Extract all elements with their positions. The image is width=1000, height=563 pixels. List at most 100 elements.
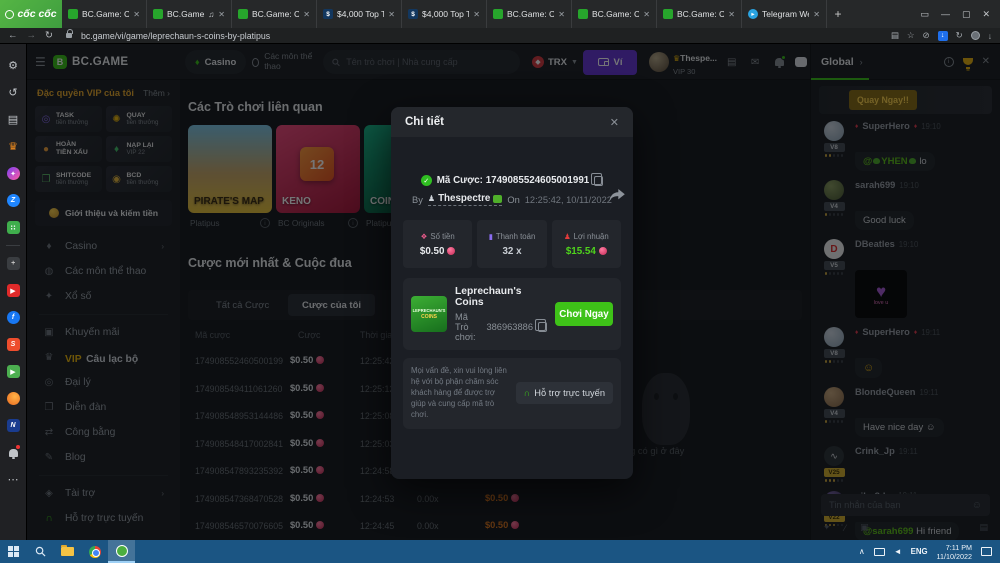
system-tray: ∧ ◄ ENG 7:11 PM11/10/2022 — [859, 543, 1000, 561]
browser-tab[interactable]: BC.Game: Crypto✕ — [657, 0, 742, 28]
tab-close-icon[interactable]: ✕ — [133, 10, 140, 19]
volume-icon[interactable]: ◄ — [894, 547, 902, 556]
bookmark-star-icon[interactable]: ☆ — [907, 30, 915, 41]
browser-tab[interactable]: ▸Telegram Web✕ — [742, 0, 827, 28]
payout-icon: ▮ — [489, 232, 493, 241]
browser-tab[interactable]: $$4,000 Top Tier F✕ — [317, 0, 402, 28]
bcgame-favicon — [493, 9, 503, 19]
windows-taskbar: ∧ ◄ ENG 7:11 PM11/10/2022 — [0, 540, 1000, 563]
new-tab-button[interactable]: + — [827, 0, 849, 28]
game-name: Leprechaun's Coins — [455, 286, 547, 308]
network-icon[interactable] — [874, 548, 885, 556]
copy-icon[interactable] — [594, 176, 603, 186]
add-shortcut-icon[interactable]: + — [7, 257, 20, 270]
sync-icon[interactable]: ↻ — [956, 30, 963, 41]
browser-tabbar: cốc cốc BC.Game: Crypto✕ BC.Game: Cry♫✕ … — [0, 0, 1000, 28]
tab-close-icon[interactable]: ✕ — [728, 10, 735, 19]
promo-favicon: $ — [408, 9, 418, 19]
gem-icon — [447, 247, 455, 255]
tab-close-icon[interactable]: ✕ — [813, 10, 820, 19]
fruit-app-icon[interactable] — [7, 392, 20, 405]
bcgame-page: ☰ B BC.GAME ♦Casino Các môn thể thao ◆TR… — [27, 44, 1000, 540]
action-center-icon[interactable] — [981, 547, 992, 556]
messenger-icon[interactable]: ✦ — [7, 167, 20, 180]
bcgame-favicon — [68, 9, 78, 19]
green-app-icon[interactable]: ▶ — [7, 365, 20, 378]
blue-app-icon[interactable]: N — [7, 419, 20, 432]
game-thumbnail[interactable]: LEPRECHAUN'SCOINS — [411, 296, 447, 332]
tray-expand-icon[interactable]: ∧ — [859, 547, 865, 556]
notifications-bell-icon[interactable] — [9, 449, 18, 457]
facebook-icon[interactable]: f — [7, 311, 20, 324]
bet-id-row: ✓ Mã Cược: 1749085524605001991 — [403, 175, 621, 186]
save-page-icon[interactable]: ▤ — [891, 30, 899, 41]
close-window-button[interactable]: ✕ — [982, 9, 990, 20]
share-icon[interactable] — [609, 189, 625, 207]
profile-icon[interactable] — [971, 31, 980, 40]
bcgame-favicon — [238, 9, 248, 19]
browser-tab[interactable]: $$4,000 Top Tier F✕ — [402, 0, 487, 28]
tab-close-icon[interactable]: ✕ — [558, 10, 565, 19]
headset-icon: ∩ — [524, 388, 531, 398]
browser-tab[interactable]: BC.Game: Cry♫✕ — [147, 0, 232, 28]
promo-favicon: $ — [323, 9, 333, 19]
language-indicator[interactable]: ENG — [911, 547, 928, 556]
url-text[interactable]: bc.game/vi/game/leprechaun-s-coins-by-pl… — [81, 31, 270, 41]
forward-icon[interactable]: → — [27, 30, 37, 41]
browser-tab[interactable]: BC.Game: Crypto✕ — [62, 0, 147, 28]
tab-close-icon[interactable]: ✕ — [218, 10, 225, 19]
browser-tab[interactable]: BC.Game: Crypto✕ — [572, 0, 657, 28]
history-icon[interactable]: ↺ — [0, 79, 26, 106]
adblock-icon[interactable]: ⊘ — [923, 30, 930, 41]
file-explorer-icon[interactable] — [54, 540, 81, 563]
copy-icon[interactable] — [538, 322, 547, 332]
rail-more-icon[interactable]: ⋯ — [0, 466, 26, 493]
games-gamepad-icon[interactable]: ∷ — [7, 221, 20, 234]
downloads-icon[interactable]: ↓ — [988, 31, 992, 41]
game-info-box: LEPRECHAUN'SCOINS Leprechaun's Coins Mã … — [403, 278, 621, 350]
vip-crown-icon[interactable]: ♛ — [0, 133, 26, 160]
taskbar-search-icon[interactable] — [27, 540, 54, 563]
shopee-icon[interactable]: S — [7, 338, 20, 351]
profit-icon: ♟ — [564, 232, 571, 241]
bet-details-modal: Chi tiết ✕ ✓ Mã Cược: 174908552460500199… — [391, 107, 633, 479]
tab-close-icon[interactable]: ✕ — [388, 10, 395, 19]
chrome-icon[interactable] — [81, 540, 108, 563]
lock-icon — [66, 33, 72, 38]
youtube-icon[interactable]: ▶ — [7, 284, 20, 297]
taskbar-clock[interactable]: 7:11 PM11/10/2022 — [937, 543, 972, 561]
live-support-button[interactable]: ∩Hỗ trợ trực tuyến — [516, 382, 613, 404]
tab-close-icon[interactable]: ✕ — [473, 10, 480, 19]
start-button[interactable] — [0, 540, 27, 563]
zalo-icon[interactable]: Z — [7, 194, 20, 207]
browser-tab[interactable]: BC.Game: Crypto✕ — [232, 0, 317, 28]
bcgame-favicon — [663, 9, 673, 19]
reading-list-icon[interactable]: ▤ — [0, 106, 26, 133]
reload-icon[interactable]: ↻ — [45, 30, 53, 41]
coccoc-brand-label: cốc cốc — [17, 8, 56, 20]
back-icon[interactable]: ← — [8, 30, 18, 41]
modal-close-icon[interactable]: ✕ — [610, 116, 619, 129]
tab-close-icon[interactable]: ✕ — [643, 10, 650, 19]
user-link[interactable]: ♟Thespectre — [428, 193, 502, 206]
tab-audio-icon[interactable]: ♫ — [208, 10, 214, 19]
coccoc-logo[interactable]: cốc cốc — [0, 0, 62, 28]
game-id-value: 386963886 — [486, 322, 533, 332]
coccoc-taskbar-icon[interactable] — [108, 540, 135, 563]
play-now-button[interactable]: Chơi Ngay — [555, 302, 613, 326]
user-bust-icon: ♟ — [428, 194, 435, 203]
download-extension-icon[interactable]: ↓ — [938, 31, 948, 41]
minimize-button[interactable]: — — [941, 9, 950, 19]
maximize-button[interactable]: ▢ — [962, 9, 971, 20]
support-text: Mọi vấn đề, xin vui lòng liên hệ với bộ … — [411, 366, 508, 421]
browser-tab[interactable]: BC.Game: Crypto✕ — [487, 0, 572, 28]
stat-profit: ♟Lợi nhuận$15.54 — [552, 220, 621, 268]
address-bar-icons: ▤ ☆ ⊘ ↓ ↻ ↓ — [891, 30, 992, 41]
browser-tabs: BC.Game: Crypto✕ BC.Game: Cry♫✕ BC.Game:… — [62, 0, 910, 28]
tab-close-icon[interactable]: ✕ — [303, 10, 310, 19]
rail-divider — [0, 241, 26, 250]
tab-search-icon[interactable]: ▭ — [920, 9, 929, 20]
modal-header: Chi tiết ✕ — [391, 107, 633, 137]
bet-id-value: 1749085524605001991 — [486, 175, 590, 186]
settings-gear-icon[interactable]: ⚙ — [0, 52, 26, 79]
